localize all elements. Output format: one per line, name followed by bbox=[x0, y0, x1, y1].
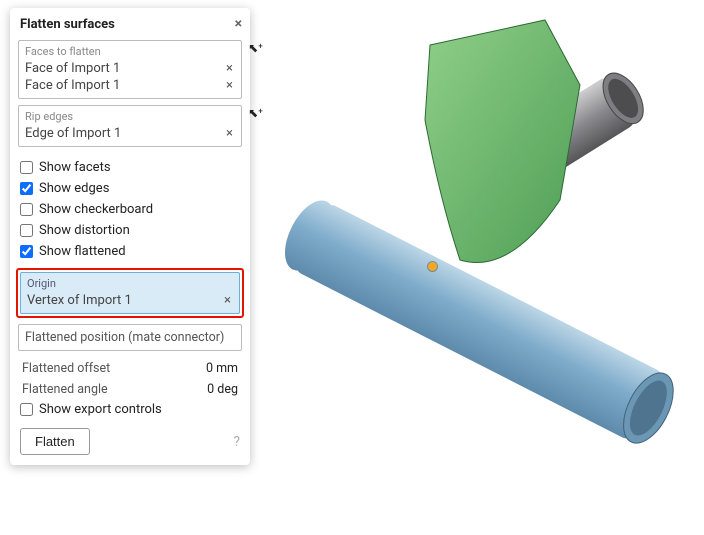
flattened-offset-value[interactable]: 0 mm bbox=[178, 361, 238, 376]
rip-edge-entry: Edge of Import 1 × bbox=[23, 125, 237, 142]
face-entry-label[interactable]: Face of Import 1 bbox=[25, 78, 120, 93]
rip-edges-group[interactable]: Rip edges Edge of Import 1 × ⬉⁺ bbox=[18, 105, 242, 147]
show-checkerboard-checkbox[interactable]: Show checkerboard bbox=[20, 199, 240, 220]
origin-vertex-marker[interactable] bbox=[428, 262, 437, 271]
clear-edge-icon[interactable]: × bbox=[224, 126, 235, 141]
show-flattened-checkbox[interactable]: Show flattened bbox=[20, 241, 240, 262]
clear-face-icon[interactable]: × bbox=[224, 61, 235, 76]
show-facets-input[interactable] bbox=[20, 161, 33, 174]
flattened-offset-row[interactable]: Flattened offset 0 mm bbox=[10, 357, 250, 378]
flattened-offset-label: Flattened offset bbox=[22, 361, 110, 376]
flattened-angle-label: Flattened angle bbox=[22, 382, 108, 397]
faces-to-flatten-group[interactable]: Faces to flatten Face of Import 1 × Face… bbox=[18, 40, 242, 99]
show-facets-checkbox[interactable]: Show facets bbox=[20, 157, 240, 178]
origin-value[interactable]: Vertex of Import 1 bbox=[27, 293, 132, 308]
show-edges-checkbox[interactable]: Show edges bbox=[20, 178, 240, 199]
show-checkerboard-input[interactable] bbox=[20, 203, 33, 216]
show-checkerboard-label: Show checkerboard bbox=[39, 202, 153, 217]
panel-title: Flatten surfaces bbox=[20, 17, 115, 32]
flattened-angle-row[interactable]: Flattened angle 0 deg bbox=[10, 378, 250, 399]
flatten-surfaces-panel: Flatten surfaces × Faces to flatten Face… bbox=[10, 8, 250, 465]
clear-origin-icon[interactable]: × bbox=[222, 293, 233, 308]
model-svg bbox=[250, 0, 704, 531]
flatten-button[interactable]: Flatten bbox=[20, 428, 90, 455]
mate-connector-field[interactable]: Flattened position (mate connector) bbox=[18, 324, 242, 351]
show-distortion-label: Show distortion bbox=[39, 223, 130, 238]
origin-group[interactable]: Origin Vertex of Import 1 × bbox=[20, 272, 240, 314]
show-distortion-checkbox[interactable]: Show distortion bbox=[20, 220, 240, 241]
show-export-controls-label: Show export controls bbox=[39, 402, 162, 417]
show-flattened-input[interactable] bbox=[20, 245, 33, 258]
faces-group-label: Faces to flatten bbox=[23, 45, 237, 60]
face-entry: Face of Import 1 × bbox=[23, 77, 237, 94]
origin-label: Origin bbox=[25, 277, 235, 292]
help-icon[interactable]: ? bbox=[233, 434, 240, 450]
viewport: Flatten surfaces × Faces to flatten Face… bbox=[0, 0, 704, 531]
close-icon[interactable]: × bbox=[235, 16, 242, 32]
origin-highlight: Origin Vertex of Import 1 × bbox=[16, 268, 244, 318]
show-flattened-label: Show flattened bbox=[39, 244, 126, 259]
rip-edge-label[interactable]: Edge of Import 1 bbox=[25, 126, 121, 141]
add-selection-icon[interactable]: ⬉⁺ bbox=[248, 41, 263, 55]
add-selection-icon[interactable]: ⬉⁺ bbox=[248, 106, 263, 120]
show-edges-label: Show edges bbox=[39, 181, 109, 196]
show-facets-label: Show facets bbox=[39, 160, 111, 175]
show-export-controls-input[interactable] bbox=[20, 403, 33, 416]
rip-group-label: Rip edges bbox=[23, 110, 237, 125]
clear-face-icon[interactable]: × bbox=[224, 78, 235, 93]
face-entry: Face of Import 1 × bbox=[23, 60, 237, 77]
show-export-controls-checkbox[interactable]: Show export controls bbox=[20, 399, 240, 420]
model-view[interactable] bbox=[250, 0, 704, 531]
face-entry-label[interactable]: Face of Import 1 bbox=[25, 61, 120, 76]
show-edges-input[interactable] bbox=[20, 182, 33, 195]
flattened-angle-value[interactable]: 0 deg bbox=[178, 382, 238, 397]
show-distortion-input[interactable] bbox=[20, 224, 33, 237]
mate-connector-label: Flattened position (mate connector) bbox=[25, 330, 224, 345]
